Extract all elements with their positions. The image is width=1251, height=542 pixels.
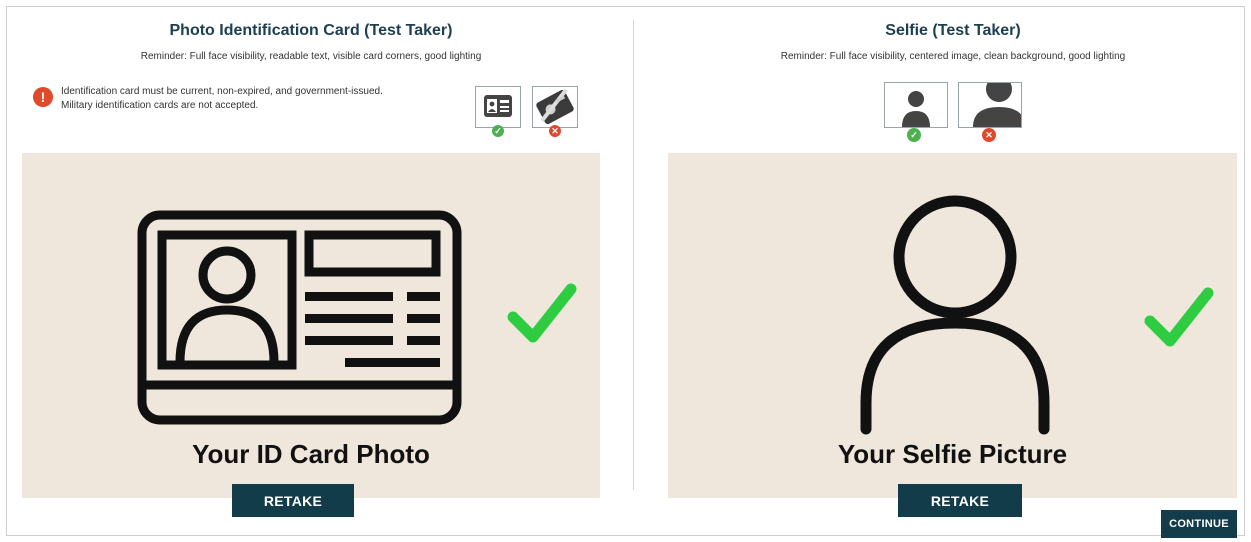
ok-badge-icon: ✓ bbox=[907, 128, 921, 142]
id-photo-panel: Your ID Card Photo bbox=[22, 153, 600, 498]
bad-selfie-sample-icon bbox=[958, 82, 1022, 128]
id-section-title: Photo Identification Card (Test Taker) bbox=[169, 22, 453, 39]
good-selfie-sample-icon bbox=[884, 82, 948, 128]
bad-id-sample-icon bbox=[532, 86, 578, 128]
id-section-reminder: Reminder: Full face visibility, readable… bbox=[140, 51, 482, 62]
id-card-icon bbox=[137, 210, 462, 425]
selfie-accepted-check-icon bbox=[1144, 287, 1214, 347]
id-caption: Your ID Card Photo bbox=[192, 439, 430, 469]
alert-icon: ! bbox=[33, 87, 53, 107]
bad-badge-icon: ✕ bbox=[549, 125, 561, 137]
selfie-retake-button[interactable]: RETAKE bbox=[898, 484, 1022, 517]
selfie-person-icon bbox=[860, 195, 1050, 435]
notice-line-1: Identification card must be current, non… bbox=[61, 86, 383, 97]
id-accepted-check-icon bbox=[507, 283, 577, 343]
bad-badge-icon: ✕ bbox=[982, 128, 996, 142]
selfie-section-reminder: Reminder: Full face visibility, centered… bbox=[780, 51, 1126, 62]
notice-line-2: Military identification cards are not ac… bbox=[61, 100, 259, 111]
selfie-caption: Your Selfie Picture bbox=[837, 439, 1068, 469]
selfie-photo-panel: Your Selfie Picture bbox=[668, 153, 1237, 498]
continue-button[interactable]: CONTINUE bbox=[1161, 510, 1237, 538]
section-divider bbox=[633, 20, 634, 490]
selfie-section-title: Selfie (Test Taker) bbox=[885, 22, 1021, 39]
id-retake-button[interactable]: RETAKE bbox=[232, 484, 354, 517]
ok-badge-icon: ✓ bbox=[492, 125, 504, 137]
good-id-sample-icon bbox=[475, 86, 521, 128]
id-requirement-notice: ! Identification card must be current, n… bbox=[33, 85, 441, 113]
